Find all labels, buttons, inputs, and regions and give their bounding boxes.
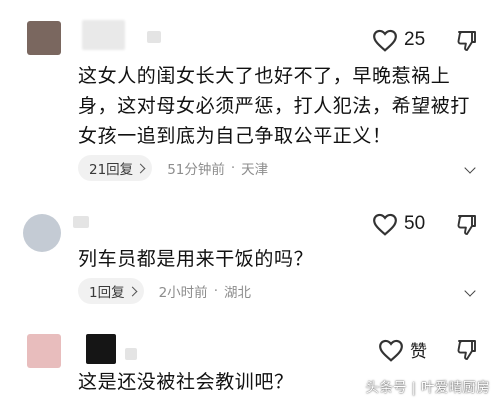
watermark-author: 叶爱晴厨房 — [421, 380, 490, 396]
separator-dot: · — [213, 283, 218, 299]
comment-meta: 1回复 2小时前 · 湖北 — [78, 277, 251, 305]
chevron-right-icon — [135, 163, 146, 173]
reply-button[interactable]: 1回复 — [78, 278, 144, 304]
reply-label: 21回复 — [89, 162, 134, 178]
dislike-button[interactable] — [455, 213, 479, 237]
avatar[interactable] — [23, 214, 61, 252]
watermark: 头条号 | 叶爱晴厨房 — [366, 376, 490, 396]
comment-2: 50 列车员都是用来干饭的吗？ 1回复 2小时前 · 湖北 — [0, 190, 499, 320]
comment-text: 列车员都是用来干饭的吗？ — [78, 248, 314, 270]
username-mosaic — [147, 31, 161, 43]
comment-text: 这女人的闺女长大了也好不了，早晚惹祸上身，这对母女必须严惩，打人犯法，希望被打女… — [78, 65, 471, 147]
watermark-source: 头条号 — [365, 380, 407, 396]
location: 湖北 — [223, 285, 251, 301]
heart-outline-icon — [379, 339, 403, 362]
timestamp: 2小时前 — [158, 285, 208, 301]
username-blurred[interactable] — [82, 20, 125, 50]
location: 天津 — [241, 162, 269, 178]
dislike-button[interactable] — [455, 338, 479, 362]
username-blurred[interactable] — [86, 334, 116, 364]
avatar[interactable] — [27, 334, 61, 368]
watermark-separator: | — [411, 380, 421, 396]
username-mosaic — [125, 348, 137, 360]
heart-outline-icon — [373, 213, 397, 236]
like-count: 25 — [404, 29, 426, 50]
reply-label: 1回复 — [89, 285, 125, 301]
like-label: 赞 — [410, 342, 427, 362]
separator-dot: · — [230, 160, 236, 176]
comment-text: 这是还没被社会教训吧？ — [78, 371, 294, 393]
timestamp: 51分钟前 — [167, 162, 225, 178]
avatar[interactable] — [27, 21, 61, 55]
chevron-down-icon[interactable] — [463, 164, 477, 174]
like-button[interactable]: 25 — [372, 28, 425, 52]
like-button[interactable]: 赞 — [378, 337, 427, 362]
reply-button[interactable]: 21回复 — [78, 155, 153, 181]
like-count: 50 — [404, 213, 426, 234]
dislike-button[interactable] — [455, 29, 479, 53]
comment-1: 25 这女人的闺女长大了也好不了，早晚惹祸上身，这对母女必须严惩，打人犯法，希望… — [0, 0, 499, 190]
comment-meta: 21回复 51分钟前 · 天津 — [78, 154, 268, 182]
heart-outline-icon — [373, 29, 397, 52]
username-mosaic — [73, 216, 89, 228]
like-button[interactable]: 50 — [372, 212, 425, 236]
comment-section: 25 这女人的闺女长大了也好不了，早晚惹祸上身，这对母女必须严惩，打人犯法，希望… — [0, 0, 499, 403]
chevron-right-icon — [127, 286, 138, 296]
chevron-down-icon[interactable] — [463, 287, 477, 297]
